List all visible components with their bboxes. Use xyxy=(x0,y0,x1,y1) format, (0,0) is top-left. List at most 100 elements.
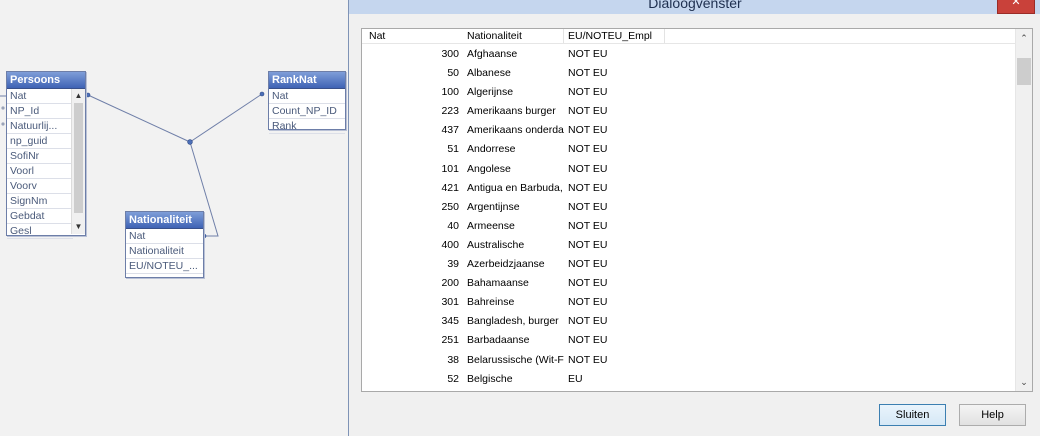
table-row[interactable]: 300 Afghaanse NOT EU xyxy=(362,45,1016,64)
cell-nat: 40 xyxy=(447,219,459,232)
column-divider[interactable] xyxy=(563,29,564,43)
column-header-eu-noteu[interactable]: EU/NOTEU_Empl xyxy=(568,30,652,42)
field-item[interactable]: NP_Id xyxy=(7,104,73,119)
cell-nat: 250 xyxy=(441,200,459,213)
cell-nat: 223 xyxy=(441,105,459,118)
cell-nationaliteit: Azerbeidzjaanse xyxy=(467,258,545,271)
table-row[interactable]: 251 Barbadaanse NOT EU xyxy=(362,331,1016,350)
cell-eu-status: NOT EU xyxy=(568,238,608,251)
field-item[interactable]: Voorv xyxy=(7,179,73,194)
cell-nat: 301 xyxy=(441,296,459,309)
table-scrollbar[interactable]: ▲ ▼ xyxy=(71,89,85,234)
table-title: RankNat xyxy=(269,72,345,89)
cell-nationaliteit: Australische xyxy=(467,238,525,251)
field-item[interactable]: Natuurlij... xyxy=(7,119,73,134)
field-item[interactable]: np_guid xyxy=(7,134,73,149)
cell-nat: 39 xyxy=(447,258,459,271)
field-item[interactable]: Nat xyxy=(7,89,73,104)
field-item[interactable]: Count_NP_ID xyxy=(269,104,345,119)
cell-nationaliteit: Armeense xyxy=(467,219,515,232)
link-persoons-nat xyxy=(87,94,191,143)
chevron-up-icon[interactable]: ⌃ xyxy=(1016,31,1032,45)
table-row[interactable]: 250 Argentijnse NOT EU xyxy=(362,198,1016,217)
table-title: Nationaliteit xyxy=(126,212,203,229)
dialog-titlebar[interactable]: Dialoogvenster ✕ xyxy=(349,0,1040,14)
cell-eu-status: NOT EU xyxy=(568,334,608,347)
close-icon: ✕ xyxy=(1011,0,1021,8)
table-row[interactable]: 51 Andorrese NOT EU xyxy=(362,140,1016,159)
cell-eu-status: NOT EU xyxy=(568,86,608,99)
cell-nat: 51 xyxy=(447,143,459,156)
cell-nationaliteit: Belgische xyxy=(467,372,513,385)
cell-eu-status: NOT EU xyxy=(568,181,608,194)
cell-nat: 50 xyxy=(447,67,459,80)
cell-nat: 437 xyxy=(441,124,459,137)
table-row[interactable]: 421 Antigua en Barbuda, NOT EU xyxy=(362,179,1016,198)
cell-eu-status: NOT EU xyxy=(568,315,608,328)
cell-eu-status: NOT EU xyxy=(568,105,608,118)
cell-nationaliteit: Angolese xyxy=(467,162,511,175)
field-item[interactable]: SignNm xyxy=(7,194,73,209)
table-persoons[interactable]: Persoons Nat NP_Id Natuurlij... np_guid … xyxy=(6,71,86,239)
table-row[interactable]: 100 Algerijnse NOT EU xyxy=(362,83,1016,102)
table-row[interactable]: 200 Bahamaanse NOT EU xyxy=(362,274,1016,293)
cell-eu-status: NOT EU xyxy=(568,258,608,271)
cell-nat: 345 xyxy=(441,315,459,328)
chevron-down-icon[interactable]: ⌄ xyxy=(1016,375,1032,389)
table-row[interactable]: 50 Albanese NOT EU xyxy=(362,64,1016,83)
cell-nat: 300 xyxy=(441,48,459,60)
list-scrollbar[interactable]: ⌃ ⌄ xyxy=(1015,29,1032,391)
help-button[interactable]: Help xyxy=(959,404,1026,426)
cell-eu-status: NOT EU xyxy=(568,67,608,80)
field-item[interactable]: EU/NOTEU_... xyxy=(126,259,203,274)
link-stub-2 xyxy=(1,122,5,126)
cell-nat: 101 xyxy=(441,162,459,175)
table-row[interactable]: 101 Angolese NOT EU xyxy=(362,160,1016,179)
table-row[interactable]: 38 Belarussische (Wit-F NOT EU xyxy=(362,351,1016,370)
table-row[interactable]: 301 Bahreinse NOT EU xyxy=(362,293,1016,312)
cell-nat: 52 xyxy=(447,372,459,385)
field-item[interactable]: Voorl xyxy=(7,164,73,179)
cell-eu-status: NOT EU xyxy=(568,200,608,213)
link-node-center xyxy=(187,139,193,145)
table-row[interactable]: 223 Amerikaans burger NOT EU xyxy=(362,102,1016,121)
cell-nationaliteit: Bahamaanse xyxy=(467,277,529,290)
table-row[interactable]: 52 Belgische EU xyxy=(362,370,1016,389)
close-button[interactable]: ✕ xyxy=(997,0,1035,14)
chevron-up-icon[interactable]: ▲ xyxy=(72,90,85,102)
table-ranknat[interactable]: RankNat Nat Count_NP_ID Rank xyxy=(268,71,346,134)
cell-nationaliteit: Albanese xyxy=(467,67,511,80)
link-stub-1 xyxy=(1,106,5,110)
field-item[interactable]: Rank xyxy=(269,119,345,134)
table-box-list[interactable]: Nat Nationaliteit EU/NOTEU_Empl 300 Afgha… xyxy=(361,28,1033,392)
cell-nationaliteit: Belarussische (Wit-F xyxy=(467,353,564,366)
field-item[interactable]: Nat xyxy=(269,89,345,104)
table-rows: 300 Afghaanse NOT EU 50 Albanese NOT EU 100 Alg… xyxy=(362,45,1016,389)
chevron-down-icon[interactable]: ▼ xyxy=(72,221,85,233)
field-item[interactable]: Gesl xyxy=(7,224,73,239)
field-item[interactable]: Nationaliteit xyxy=(126,244,203,259)
table-viewer-canvas[interactable]: Persoons Nat NP_Id Natuurlij... np_guid … xyxy=(0,0,348,436)
column-divider[interactable] xyxy=(664,29,665,43)
field-item[interactable]: SofiNr xyxy=(7,149,73,164)
column-header-nat[interactable]: Nat xyxy=(369,30,385,42)
scrollbar-thumb[interactable] xyxy=(1017,58,1031,85)
cell-nat: 100 xyxy=(441,86,459,99)
table-header: Nat Nationaliteit EU/NOTEU_Empl xyxy=(362,29,1016,44)
field-item[interactable]: Gebdat xyxy=(7,209,73,224)
cell-nat: 400 xyxy=(441,238,459,251)
field-item[interactable]: Nat xyxy=(126,229,203,244)
link-node-persoons xyxy=(85,92,91,98)
scrollbar-thumb[interactable] xyxy=(74,103,83,213)
close-dialog-button[interactable]: Sluiten xyxy=(879,404,946,426)
table-nationaliteit[interactable]: Nationaliteit Nat Nationaliteit EU/NOTEU… xyxy=(125,211,204,278)
table-row[interactable]: 437 Amerikaans onderda NOT EU xyxy=(362,121,1016,140)
cell-eu-status: NOT EU xyxy=(568,277,608,290)
column-header-nationaliteit[interactable]: Nationaliteit xyxy=(467,30,522,42)
table-row[interactable]: 400 Australische NOT EU xyxy=(362,236,1016,255)
cell-nationaliteit: Afghaanse xyxy=(467,48,518,60)
table-row[interactable]: 40 Armeense NOT EU xyxy=(362,217,1016,236)
table-row[interactable]: 345 Bangladesh, burger NOT EU xyxy=(362,312,1016,331)
table-row[interactable]: 39 Azerbeidzjaanse NOT EU xyxy=(362,255,1016,274)
cell-nationaliteit: Bahreinse xyxy=(467,296,515,309)
